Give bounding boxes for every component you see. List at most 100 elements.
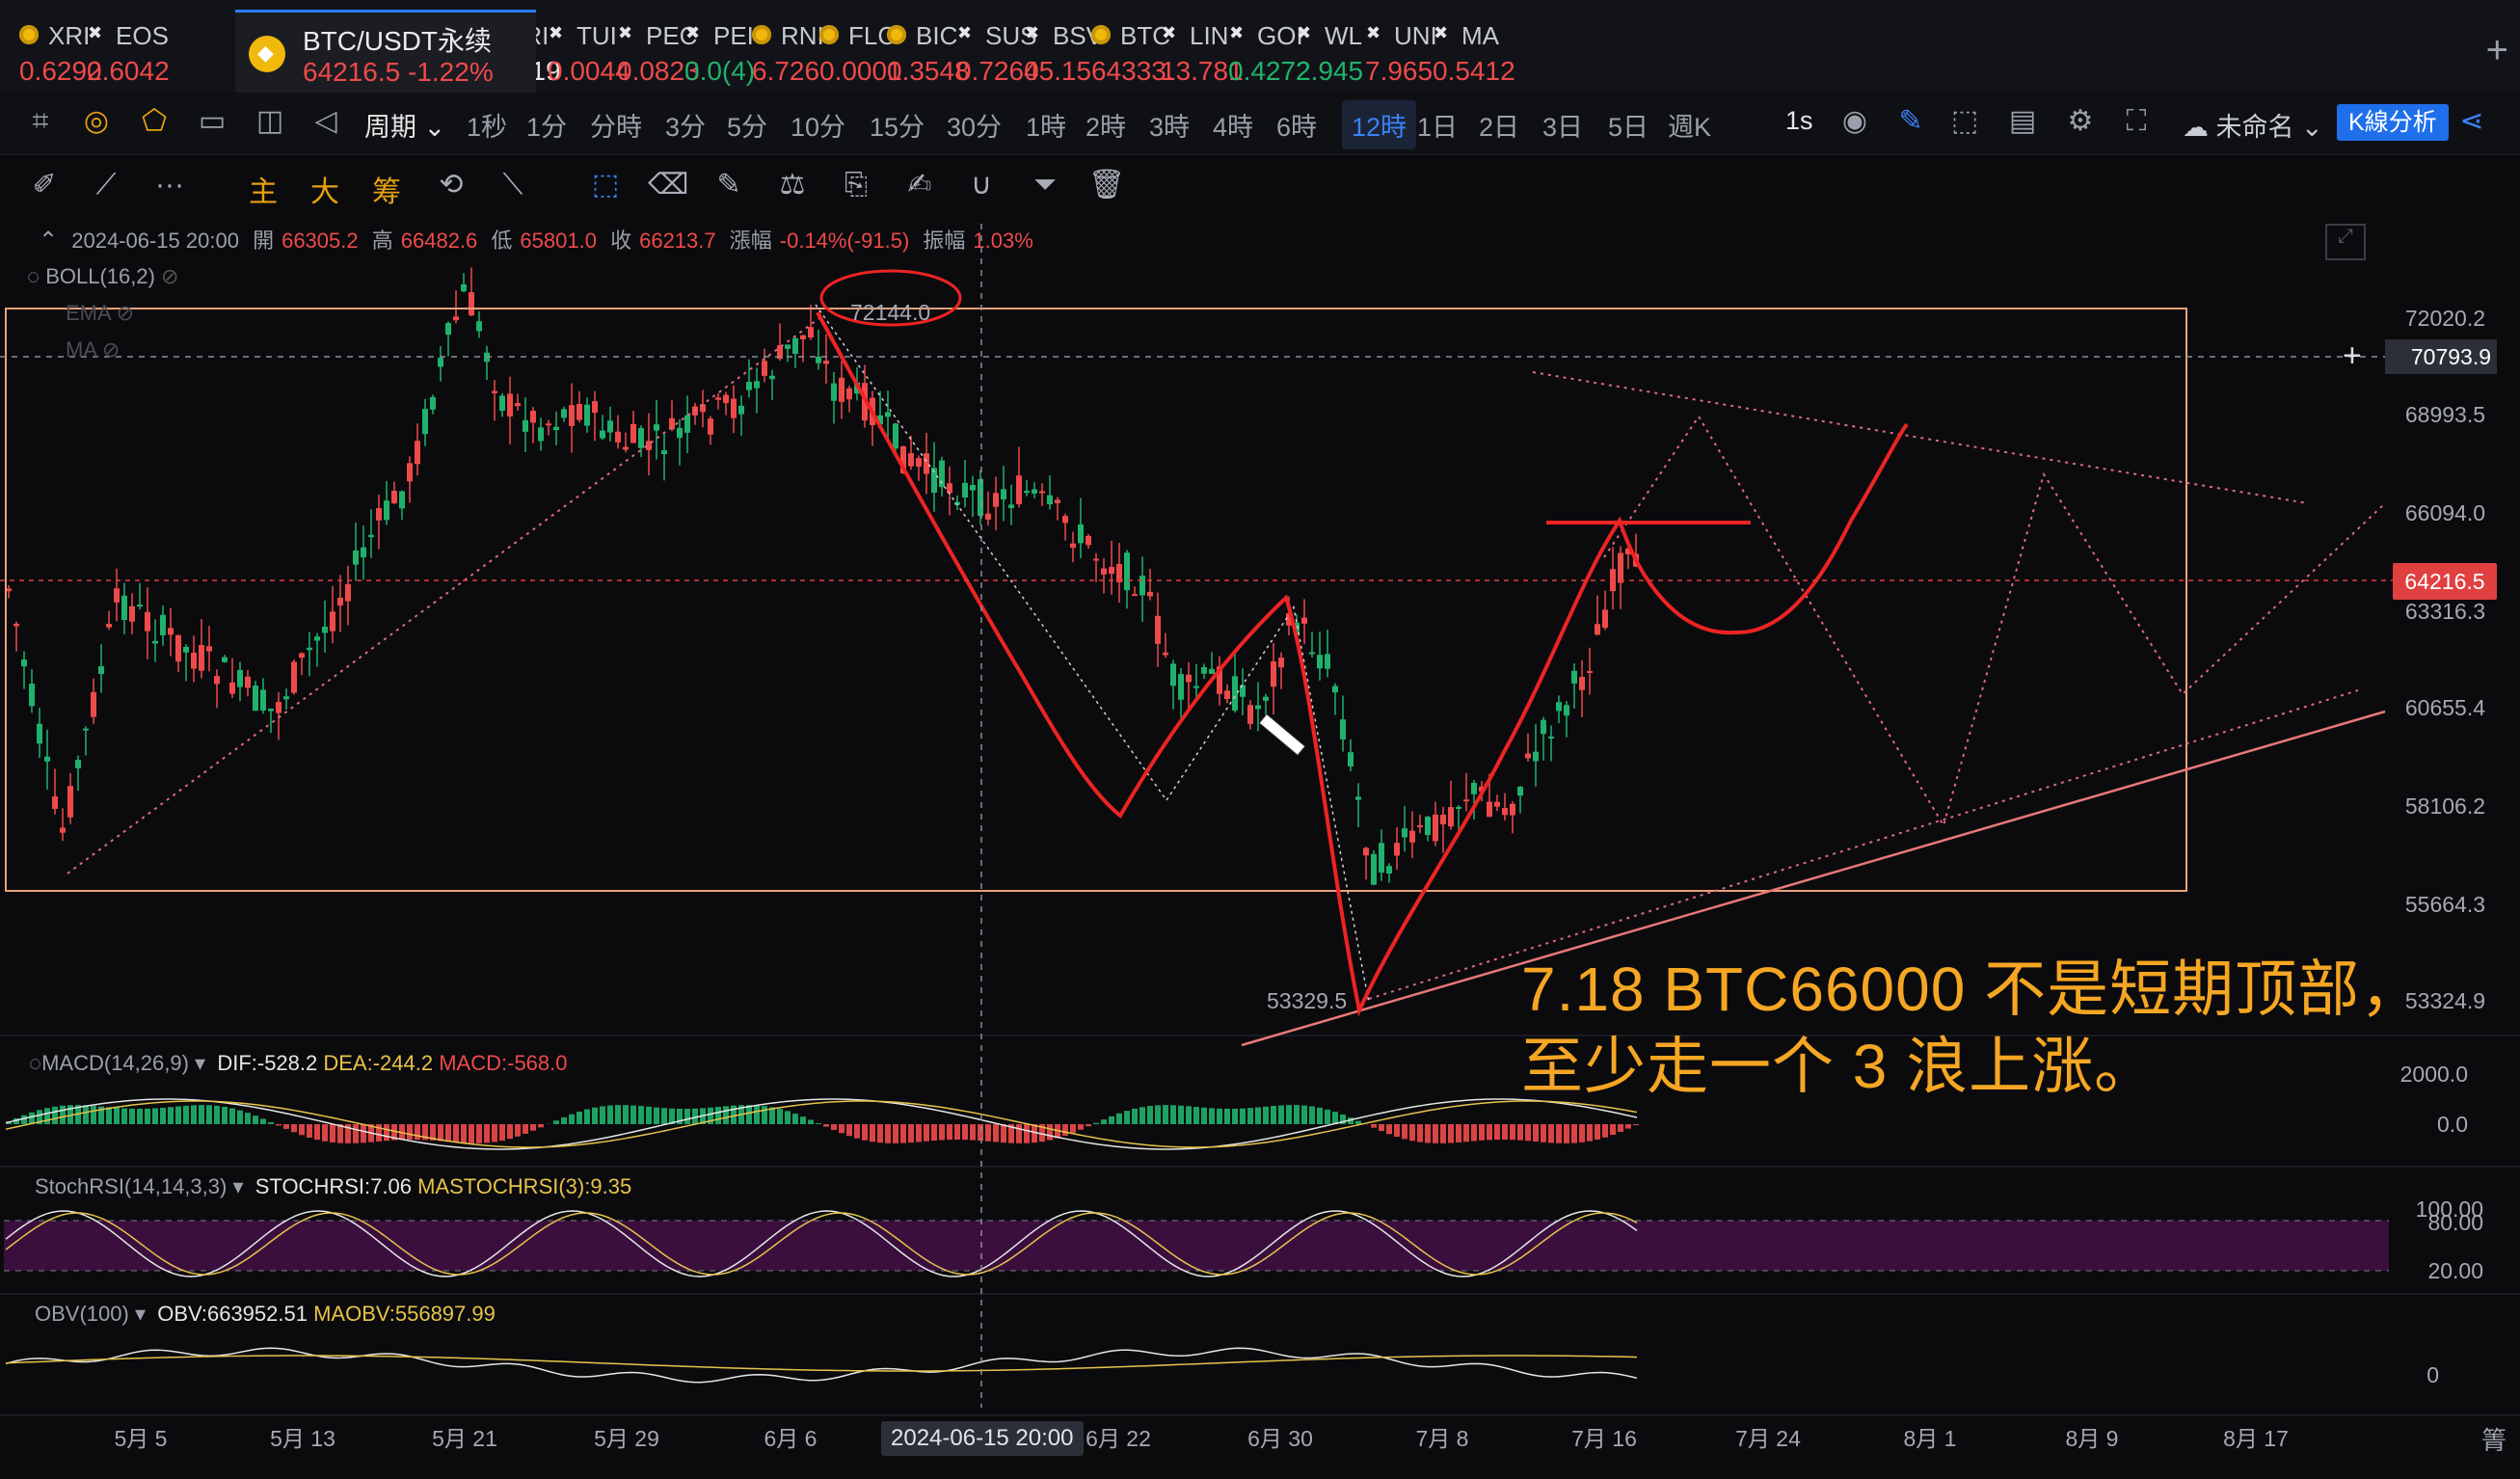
ticker-rni[interactable]: RNI 6.726 <box>733 13 824 91</box>
period-2[interactable]: 分時 <box>590 106 642 144</box>
candle-body <box>1409 830 1415 843</box>
period-17[interactable]: 5日 <box>1608 106 1649 144</box>
macd-bar <box>1247 1108 1253 1124</box>
candle-body <box>962 482 968 497</box>
ticker-pei[interactable]: PEI0.0(4) <box>665 13 755 91</box>
period-8[interactable]: 1時 <box>1026 106 1066 144</box>
calendar-icon[interactable]: ▭ <box>195 104 229 139</box>
candle-body <box>546 423 551 426</box>
replay-icon[interactable]: ⟲ <box>432 166 470 204</box>
period-dropdown[interactable]: 周期 ⌄ <box>364 106 445 144</box>
macd-bar <box>52 1106 58 1124</box>
expand-chart-icon[interactable]: ⤢ <box>2325 224 2366 260</box>
period-10[interactable]: 3時 <box>1149 106 1190 144</box>
pencil-icon[interactable]: ✎ <box>1893 104 1928 139</box>
ticker-btc[interactable]: BTC 64333. <box>1072 13 1174 91</box>
candle-body <box>1579 677 1585 690</box>
period-13[interactable]: 12時 <box>1342 100 1417 149</box>
ticker-ma[interactable]: MA 0.5412 <box>1413 13 1515 91</box>
chip-indicator-button[interactable]: 筹 <box>372 168 401 210</box>
period-18[interactable]: 週K <box>1668 106 1711 144</box>
period-12[interactable]: 6時 <box>1276 106 1317 144</box>
rewind-icon[interactable]: ◁ <box>308 104 343 139</box>
add-tab-plus-icon[interactable]: + <box>2486 29 2508 72</box>
ticker-sus[interactable]: SUS0.7260 <box>937 13 1039 91</box>
ticker-bic[interactable]: BIC 0.3548 <box>868 13 970 91</box>
period-1[interactable]: 1分 <box>526 106 567 144</box>
date-tick-label: 8月 17 <box>2223 1426 2289 1451</box>
candle-body <box>206 646 212 652</box>
add-alert-plus-icon[interactable]: + <box>2343 337 2362 375</box>
period-14[interactable]: 1日 <box>1417 106 1458 144</box>
layout-name-dropdown[interactable]: ☁ 未命名 ⌄ <box>2183 106 2323 144</box>
period-6[interactable]: 15分 <box>870 106 925 144</box>
ticker-xri[interactable]: XRI 0.6292 <box>0 13 102 91</box>
boll-legend[interactable]: ◌ BOLL(16,2) ⊘ <box>27 258 178 295</box>
candle-body <box>1602 609 1608 629</box>
macd-bar <box>970 1124 976 1141</box>
clipboard-icon[interactable]: ⎘ <box>837 166 875 204</box>
ruler-icon[interactable]: ✐ <box>25 166 64 204</box>
price-tick-label: 55664.3 <box>2405 892 2485 917</box>
eraser-icon[interactable]: ⌫ <box>648 166 688 204</box>
ticker-wl[interactable]: WL2.945 <box>1276 13 1363 91</box>
ticker-goi[interactable]: GOI0.4272 <box>1209 13 1311 91</box>
candle-body <box>137 605 143 607</box>
macd-bar <box>600 1106 605 1124</box>
settings-icon[interactable]: ⚙ <box>2063 104 2098 139</box>
filter-icon[interactable]: ⏷ <box>1026 166 1064 204</box>
compare-icon[interactable]: ⚖ <box>773 166 812 204</box>
layout-icon[interactable]: ◫ <box>253 104 287 139</box>
ticker-uni[interactable]: UNI7.965 <box>1346 13 1437 91</box>
ma-legend[interactable]: MA ⊘ <box>27 332 178 368</box>
macd-bar <box>530 1124 536 1131</box>
trash-icon[interactable]: 🗑 <box>1087 166 1126 204</box>
camera-icon[interactable]: ◉ <box>1837 104 1872 139</box>
candle-body <box>708 418 713 435</box>
ticker-eos[interactable]: EOS 0.6042 <box>67 13 170 91</box>
tf-label[interactable]: 1s <box>1785 106 1813 136</box>
fullscreen-icon[interactable]: ⛶ <box>2119 104 2154 139</box>
ticker-flc[interactable]: FLC 0.0001 <box>800 13 902 91</box>
trendline-icon[interactable]: ⟋ <box>87 166 125 204</box>
clock-icon[interactable]: ◎ <box>79 104 114 139</box>
period-7[interactable]: 30分 <box>947 106 1002 144</box>
select-icon[interactable]: ⬚ <box>586 166 625 204</box>
period-15[interactable]: 2日 <box>1479 106 1519 144</box>
ticker-tui[interactable]: TUI0.0044 <box>528 13 630 91</box>
edit-icon[interactable]: ✍ <box>900 166 939 204</box>
price-chart[interactable]: 72020.2 68993.5 66094.0 63316.3 60655.4 58106… <box>0 218 2520 1479</box>
big-indicator-button[interactable]: 大 <box>310 168 339 210</box>
more-icon[interactable]: ··· <box>150 166 189 204</box>
ticker-lin[interactable]: LIN13.781 <box>1141 13 1244 91</box>
coin-icon <box>752 25 771 44</box>
period-4[interactable]: 5分 <box>727 106 767 144</box>
candle-body <box>754 381 760 389</box>
ema-legend[interactable]: EMA ⊘ <box>27 295 178 332</box>
candle-body <box>283 696 289 700</box>
macd-bar <box>322 1124 328 1142</box>
period-0[interactable]: 1秒 <box>467 106 507 144</box>
ticker-tab-active[interactable]: BTC/USDT永续 64216.5 -1.22% <box>235 10 536 94</box>
screenshot-icon[interactable]: ▤ <box>2005 104 2040 139</box>
period-9[interactable]: 2時 <box>1086 106 1126 144</box>
popout-icon[interactable]: ⬚ <box>1947 104 1982 139</box>
candle-body <box>1247 705 1253 724</box>
ticker-bsv[interactable]: BSV45.15 <box>1005 13 1103 91</box>
period-3[interactable]: 3分 <box>665 106 706 144</box>
candle-body <box>530 411 536 423</box>
macd-bar <box>939 1124 945 1141</box>
period-16[interactable]: 3日 <box>1542 106 1583 144</box>
share-icon[interactable]: ⋖ <box>2454 104 2489 139</box>
magnet-icon[interactable]: ∪ <box>962 166 1001 204</box>
period-5[interactable]: 10分 <box>791 106 845 144</box>
template-icon[interactable]: ⬠ <box>137 104 172 139</box>
ticker-pec[interactable]: PEC0.0823 <box>598 13 700 91</box>
line-tool-icon[interactable]: ⟍ <box>494 166 532 204</box>
macd-bar <box>1325 1109 1330 1124</box>
chart-type-icon[interactable]: ⌗ <box>23 104 58 139</box>
main-indicator-button[interactable]: 主 <box>249 168 278 210</box>
period-11[interactable]: 4時 <box>1213 106 1253 144</box>
kline-analysis-button[interactable]: K線分析 <box>2337 104 2449 141</box>
brush-icon[interactable]: ✎ <box>710 166 748 204</box>
